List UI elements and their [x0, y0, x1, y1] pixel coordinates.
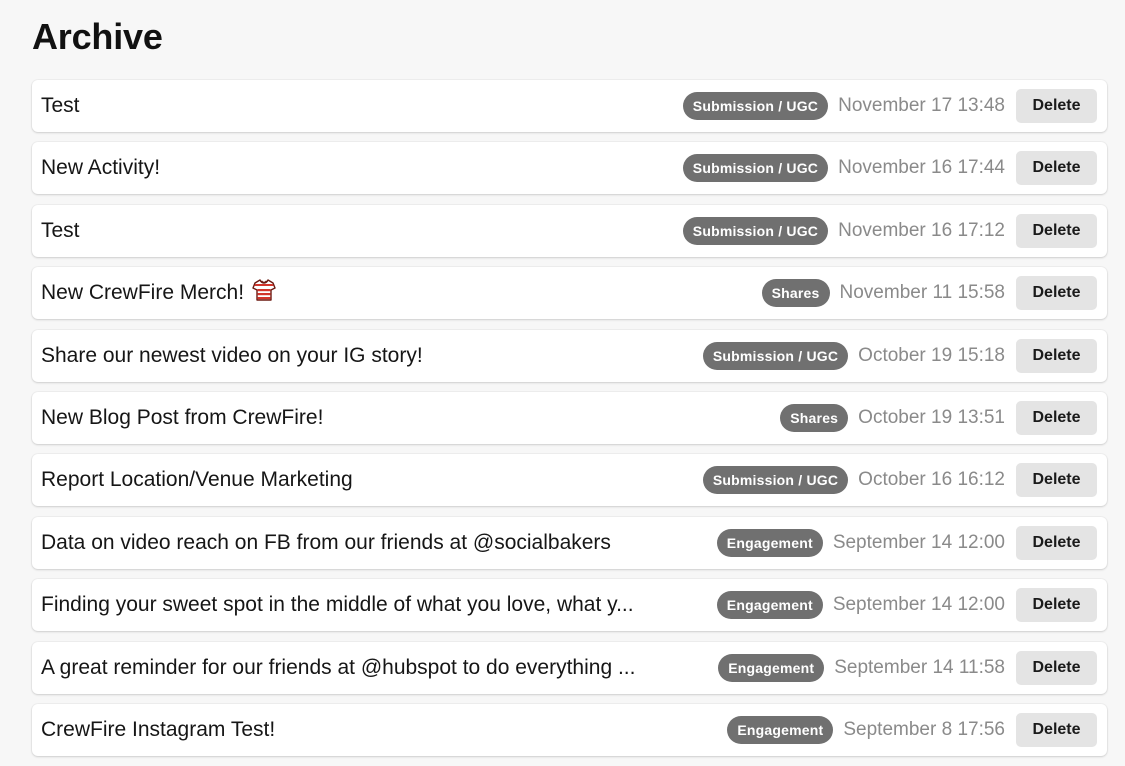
delete-button[interactable]: Delete [1016, 213, 1097, 248]
delete-button[interactable]: Delete [1016, 338, 1097, 373]
row-title[interactable]: Data on video reach on FB from our frien… [41, 531, 717, 555]
delete-button[interactable]: Delete [1016, 650, 1097, 685]
category-tag: Submission / UGC [702, 341, 849, 370]
category-tag: Shares [761, 279, 830, 308]
row-title[interactable]: Share our newest video on your IG story! [41, 344, 703, 368]
category-tag: Shares [780, 403, 849, 432]
row-date: November 11 15:58 [839, 282, 1005, 304]
archive-row[interactable]: A great reminder for our friends at @hub… [32, 641, 1107, 694]
delete-button[interactable]: Delete [1016, 151, 1097, 186]
row-title[interactable]: New CrewFire Merch! [41, 278, 762, 308]
row-title-text: New CrewFire Merch! [41, 281, 245, 305]
archive-row[interactable]: New Activity! Submission / UGC November … [32, 142, 1107, 195]
row-date: November 16 17:44 [838, 157, 1005, 179]
row-title[interactable]: Test [41, 219, 683, 243]
row-title-text: A great reminder for our friends at @hub… [41, 655, 636, 679]
row-title-text: Test [41, 94, 80, 117]
page-title: Archive [32, 16, 163, 57]
category-tag: Engagement [716, 591, 823, 620]
row-date: September 14 11:58 [834, 656, 1005, 678]
category-tag: Submission / UGC [682, 154, 829, 183]
archive-row[interactable]: Data on video reach on FB from our frien… [32, 516, 1107, 569]
delete-button[interactable]: Delete [1016, 276, 1097, 311]
archive-row[interactable]: Test Submission / UGC November 16 17:12 … [32, 204, 1107, 257]
archive-row[interactable]: Test Submission / UGC November 17 13:48 … [32, 80, 1107, 132]
row-date: October 19 15:18 [858, 344, 1005, 366]
archive-row[interactable]: Share our newest video on your IG story!… [32, 329, 1107, 382]
row-date: September 14 12:00 [832, 531, 1005, 553]
archive-row[interactable]: New Blog Post from CrewFire! Shares Octo… [32, 391, 1107, 444]
delete-button[interactable]: Delete [1016, 712, 1097, 747]
category-tag: Engagement [727, 715, 834, 744]
delete-button[interactable]: Delete [1016, 400, 1097, 435]
archive-row[interactable]: New CrewFire Merch! Shares November 11 1… [32, 267, 1107, 320]
category-tag: Submission / UGC [702, 466, 849, 495]
row-date: October 16 16:12 [858, 469, 1005, 491]
row-title[interactable]: Test [41, 94, 683, 118]
row-title[interactable]: Report Location/Venue Marketing [41, 468, 703, 492]
delete-button[interactable]: Delete [1016, 525, 1097, 560]
row-title-text: New Blog Post from CrewFire! [41, 405, 324, 429]
row-title-text: Finding your sweet spot in the middle of… [41, 593, 634, 617]
t-shirt-icon [252, 278, 276, 308]
row-title-text: CrewFire Instagram Test! [41, 717, 276, 741]
category-tag: Submission / UGC [682, 92, 829, 120]
archive-row[interactable]: CrewFire Instagram Test! Engagement Sept… [32, 703, 1107, 756]
archive-page: Archive Test Submission / UGC November 1… [0, 0, 1125, 764]
category-tag: Engagement [718, 653, 825, 682]
row-title[interactable]: A great reminder for our friends at @hub… [41, 656, 718, 680]
row-title-text: New Activity! [41, 156, 161, 180]
row-title[interactable]: Finding your sweet spot in the middle of… [41, 593, 717, 617]
delete-button[interactable]: Delete [1016, 588, 1097, 623]
row-date: September 8 17:56 [843, 718, 1005, 740]
row-date: November 17 13:48 [838, 95, 1005, 116]
row-title-text: Test [41, 218, 80, 242]
category-tag: Submission / UGC [682, 216, 829, 245]
archive-row[interactable]: Finding your sweet spot in the middle of… [32, 579, 1107, 632]
row-title-text: Share our newest video on your IG story! [41, 343, 423, 367]
row-title[interactable]: New Activity! [41, 156, 683, 180]
row-title-text: Report Location/Venue Marketing [41, 468, 353, 492]
row-date: September 14 12:00 [832, 594, 1005, 616]
row-date: November 16 17:12 [838, 219, 1005, 241]
delete-button[interactable]: Delete [1016, 463, 1097, 498]
archive-list: Test Submission / UGC November 17 13:48 … [32, 80, 1107, 766]
archive-row[interactable]: Report Location/Venue Marketing Submissi… [32, 454, 1107, 507]
row-title[interactable]: CrewFire Instagram Test! [41, 718, 727, 742]
category-tag: Engagement [716, 528, 823, 557]
row-date: October 19 13:51 [858, 406, 1005, 428]
row-title[interactable]: New Blog Post from CrewFire! [41, 406, 780, 430]
row-title-text: Data on video reach on FB from our frien… [41, 530, 611, 554]
delete-button[interactable]: Delete [1016, 89, 1097, 123]
